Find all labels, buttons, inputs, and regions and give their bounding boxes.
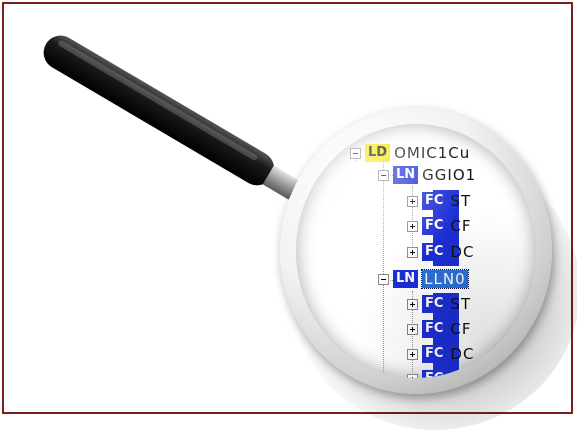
tree-node-ln-lln0[interactable]: LN LLN0 bbox=[378, 268, 469, 290]
fc-badge: FC bbox=[422, 243, 447, 261]
ld-label: OMIC1Cu bbox=[394, 144, 471, 162]
fc-label: DC bbox=[450, 345, 475, 363]
ln-badge: LN bbox=[393, 270, 419, 288]
tree-node-fc[interactable]: FC ST bbox=[407, 190, 471, 212]
expand-icon[interactable] bbox=[407, 298, 418, 310]
ld-badge: LD bbox=[365, 144, 391, 162]
collapse-icon[interactable] bbox=[378, 273, 389, 285]
ln-label: GGIO1 bbox=[422, 166, 477, 184]
expand-icon[interactable] bbox=[407, 246, 418, 258]
expand-icon[interactable] bbox=[407, 323, 418, 335]
expand-icon[interactable] bbox=[407, 373, 418, 378]
expand-icon[interactable] bbox=[407, 195, 418, 207]
tree-node-fc[interactable]: FC DC bbox=[407, 343, 474, 365]
magnifier-lens: LD OMIC1Cu LN GGIO1 FC ST FC CF FC DC LN bbox=[296, 124, 536, 378]
expand-icon[interactable] bbox=[407, 348, 418, 360]
fc-label: CF bbox=[450, 370, 471, 378]
fc-badge: FC bbox=[422, 295, 447, 313]
fc-badge: FC bbox=[422, 217, 447, 235]
collapse-icon[interactable] bbox=[350, 147, 361, 159]
fc-badge: FC bbox=[422, 320, 447, 338]
tree-node-ld[interactable]: LD OMIC1Cu bbox=[350, 142, 470, 164]
tree-node-ln-ggio1[interactable]: LN GGIO1 bbox=[378, 164, 476, 186]
expand-icon[interactable] bbox=[407, 220, 418, 232]
tree-node-fc[interactable]: FC ST bbox=[407, 293, 471, 315]
fc-badge: FC bbox=[422, 345, 447, 363]
fc-label: ST bbox=[450, 192, 472, 210]
tree-node-fc[interactable]: FC CF bbox=[407, 215, 472, 237]
fc-label: CF bbox=[450, 320, 472, 338]
fc-label: CF bbox=[450, 217, 472, 235]
fc-badge: FC bbox=[422, 370, 447, 378]
ln-badge: LN bbox=[393, 166, 419, 184]
fc-badge: FC bbox=[422, 192, 447, 210]
tree-node-fc[interactable]: FC CF bbox=[407, 368, 472, 378]
ln-label-selected[interactable]: LLN0 bbox=[421, 269, 469, 289]
ied-tree-view: LD OMIC1Cu LN GGIO1 FC ST FC CF FC DC LN bbox=[296, 124, 536, 378]
tree-node-fc[interactable]: FC CF bbox=[407, 318, 472, 340]
tree-node-fc[interactable]: FC DC bbox=[407, 241, 474, 263]
collapse-icon[interactable] bbox=[378, 169, 389, 181]
fc-label: DC bbox=[450, 243, 475, 261]
fc-label: ST bbox=[450, 295, 472, 313]
